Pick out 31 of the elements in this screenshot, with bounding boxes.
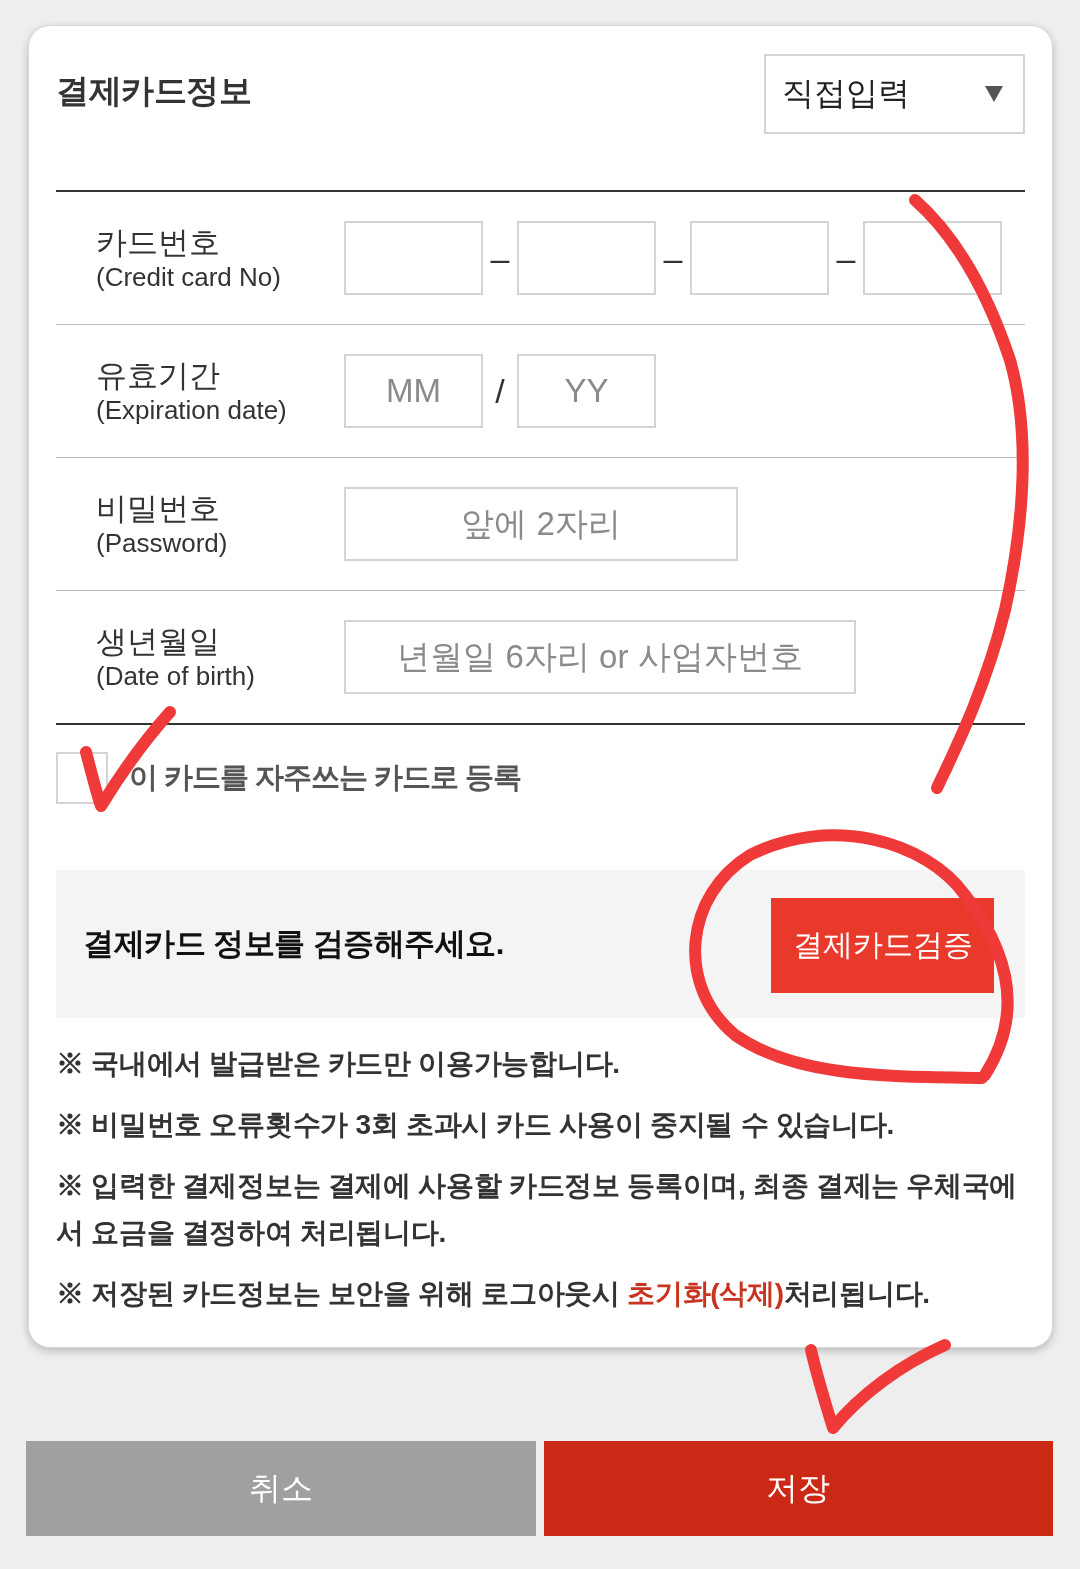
save-button[interactable]: 저장 — [543, 1441, 1053, 1536]
separator-text: – — [835, 238, 857, 278]
separator-text: – — [662, 238, 684, 278]
input-field[interactable]: 년월일 6자리 or 사업자번호 — [344, 620, 856, 694]
checkbox-label[interactable]: 이 카드를 자주쓰는 카드로 등록 — [129, 758, 522, 798]
section-title: 결제카드정보 — [56, 70, 251, 111]
caret-icon — [985, 86, 1003, 102]
field-label: 유효기간 — [96, 357, 221, 395]
input-field[interactable]: MM — [344, 354, 483, 428]
input-field[interactable]: YY — [517, 354, 656, 428]
field-label: 카드번호 — [96, 224, 221, 262]
input-field[interactable]: 앞에 2자리 — [344, 487, 738, 561]
verify-card-button[interactable]: 결제카드검증 — [771, 897, 994, 993]
input-method-dropdown[interactable]: 직접입력 — [764, 54, 1025, 134]
input-field[interactable] — [690, 221, 829, 295]
field-sublabel: (Password) — [96, 528, 229, 558]
verify-message: 결제카드 정보를 검증해주세요. — [83, 925, 504, 963]
input-field[interactable] — [863, 221, 1002, 295]
notice-text: ※ 입력한 결제정보는 결제에 사용할 카드정보 등록이며, 최종 결제는 우체국에서 요금을 결정하여 처리됩니다. — [56, 1169, 1019, 1250]
field-label: 비밀번호 — [96, 490, 221, 528]
field-sublabel: (Credit card No) — [96, 262, 282, 292]
notice-text: ※ 비밀번호 오류횟수가 3회 초과시 카드 사용이 중지될 수 있습니다. — [56, 1108, 895, 1142]
field-sublabel: (Expiration date) — [96, 395, 288, 425]
field-label: 생년월일 — [96, 623, 221, 661]
input-field[interactable] — [517, 221, 656, 295]
field-sublabel: (Date of birth) — [96, 661, 256, 691]
separator-text: / — [494, 371, 506, 411]
notice-text: ※ 저장된 카드정보는 보안을 위해 로그아웃시 초기화(삭제)처리됩니다. — [56, 1277, 931, 1311]
separator-text: – — [489, 238, 511, 278]
notice-text: ※ 국내에서 발급받은 카드만 이용가능합니다. — [56, 1047, 621, 1081]
input-field[interactable] — [344, 221, 483, 295]
